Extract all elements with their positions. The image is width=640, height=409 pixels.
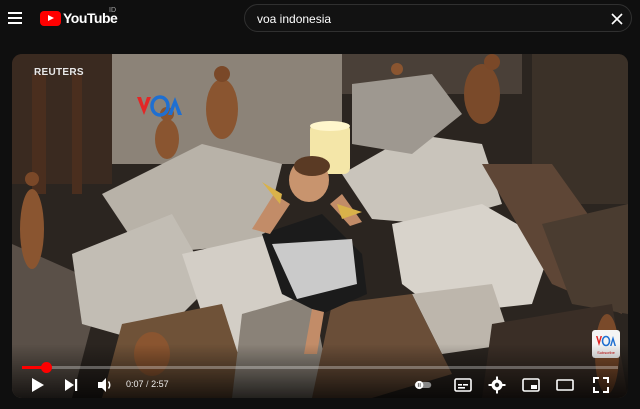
settings-icon[interactable] — [488, 376, 506, 394]
search-input[interactable] — [257, 10, 587, 28]
reuters-watermark: REUTERS — [34, 67, 84, 78]
top-bar: YouTube ID — [0, 0, 640, 38]
volume-icon[interactable] — [96, 376, 114, 394]
region-code: ID — [109, 7, 116, 14]
search-box[interactable] — [244, 4, 632, 32]
video-player[interactable]: REUTERS Subscribe 0:07 / 2:57 — [12, 54, 628, 398]
autoplay-toggle-icon[interactable] — [414, 376, 438, 394]
fullscreen-icon[interactable] — [592, 376, 610, 394]
youtube-play-icon — [40, 10, 61, 26]
youtube-logo[interactable]: YouTube — [40, 9, 118, 27]
progress-bar[interactable] — [22, 362, 618, 373]
current-time: 0:07 — [126, 379, 144, 389]
clear-icon[interactable] — [609, 11, 625, 27]
menu-icon[interactable] — [6, 9, 24, 27]
progress-scrubber[interactable] — [40, 362, 52, 373]
duration: 2:57 — [151, 379, 169, 389]
next-icon[interactable] — [62, 376, 80, 394]
voa-channel-logo — [137, 95, 182, 117]
subtitles-icon[interactable] — [454, 376, 472, 394]
time-display: 0:07 / 2:57 — [126, 379, 169, 389]
miniplayer-icon[interactable] — [522, 376, 540, 394]
play-icon[interactable] — [28, 376, 46, 394]
theater-icon[interactable] — [556, 376, 574, 394]
